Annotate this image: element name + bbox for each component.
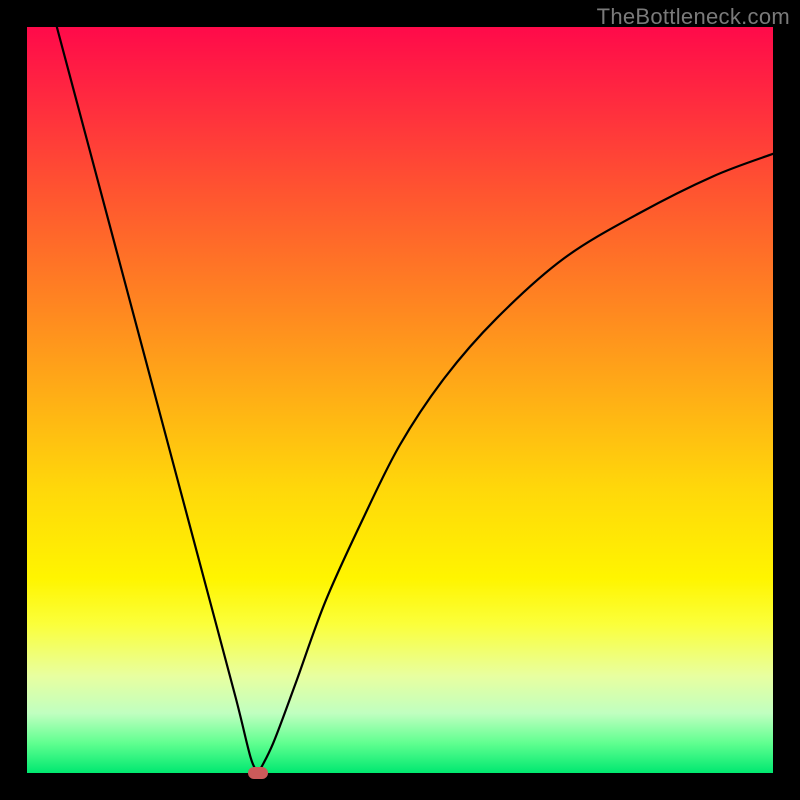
curve-left-branch <box>57 27 258 773</box>
chart-frame <box>27 27 773 773</box>
curve-right-branch <box>258 154 773 773</box>
chart-curve-svg <box>27 27 773 773</box>
minimum-marker <box>248 767 268 779</box>
